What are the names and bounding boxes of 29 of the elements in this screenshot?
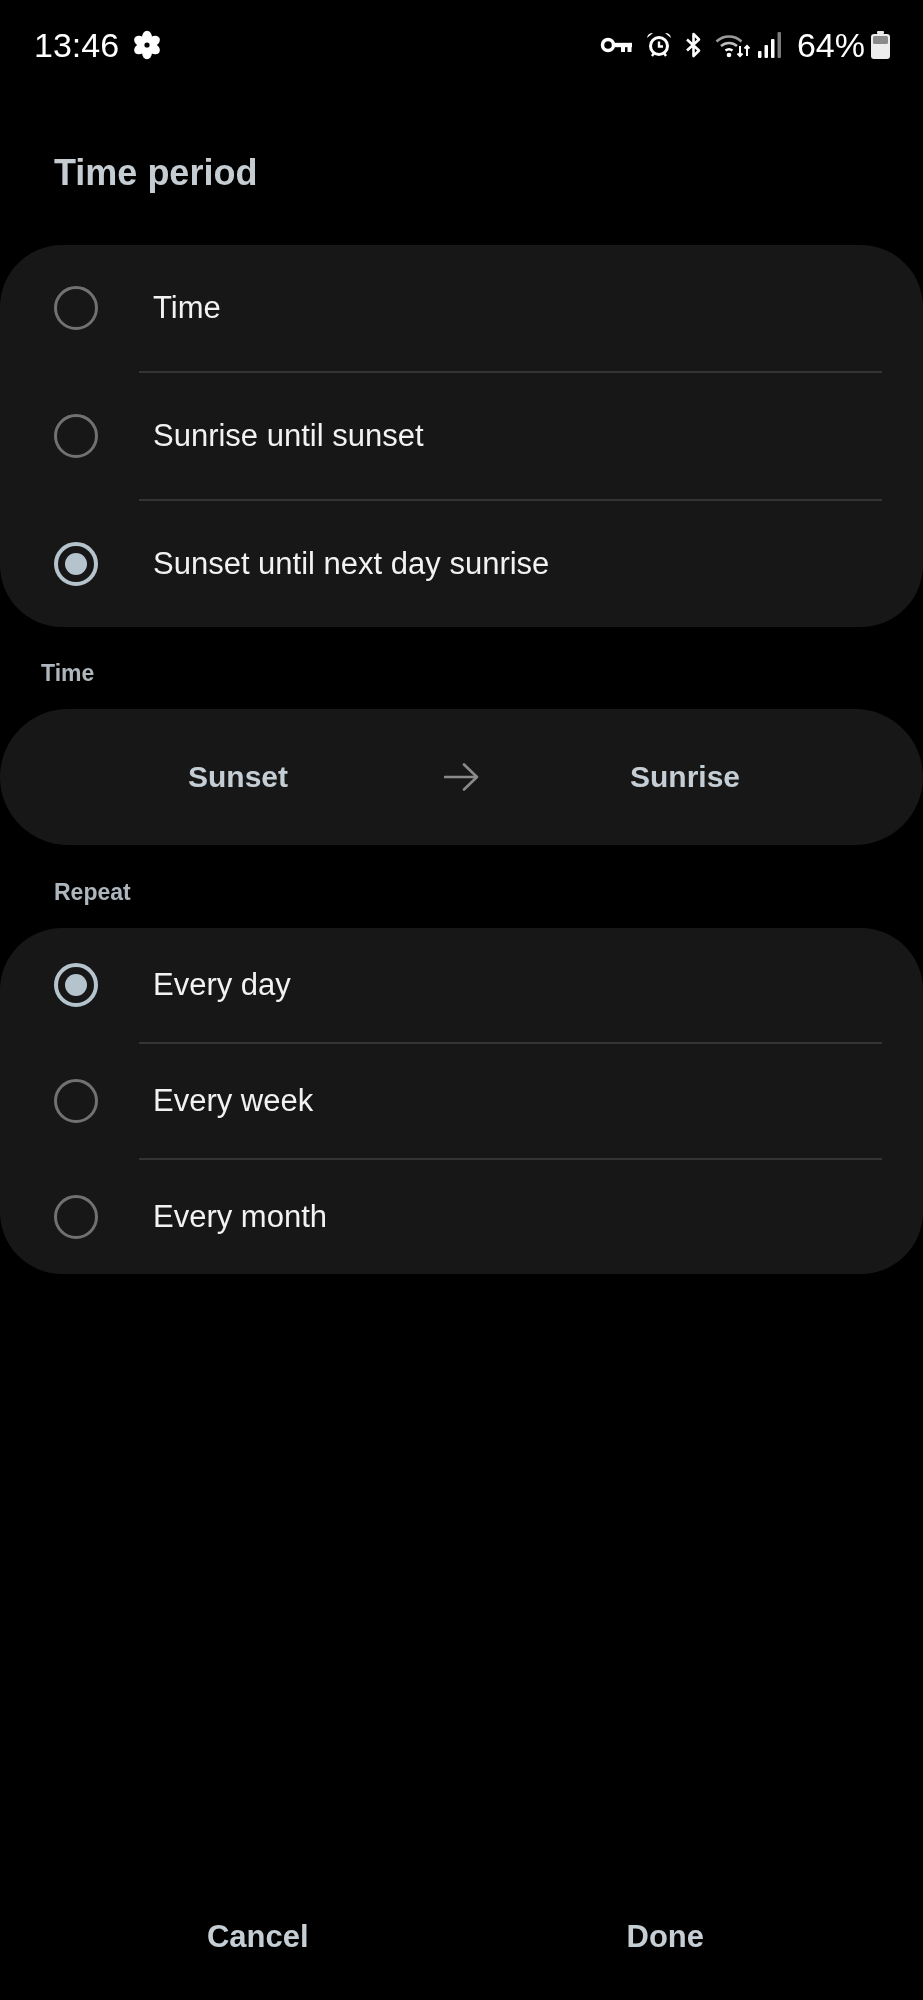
radio-selected-icon[interactable] [54,963,98,1007]
wifi-icon [714,32,751,58]
page-title: Time period [54,152,258,193]
done-action[interactable]: Done [626,1918,704,1956]
arrow-right-icon [444,763,479,791]
alarm-clock-icon [645,32,672,58]
signal-icon [756,32,782,58]
section-label: Repeat [54,880,131,904]
battery-icon [871,31,890,59]
flower-icon [132,30,163,60]
radio-empty-icon[interactable] [54,414,98,458]
start-time-value[interactable]: Sunset [188,759,288,795]
section-label: Time [41,661,95,685]
battery-percentage: 64% [796,25,865,65]
key-icon [599,36,632,54]
radio-empty-icon[interactable] [54,286,98,330]
radio-selected-icon[interactable] [54,542,98,586]
cancel-action[interactable]: Cancel [206,1918,309,1956]
option-label: Every week [153,1082,314,1120]
status-time: 13:46 [34,25,120,65]
option-label: Every day [153,966,291,1004]
radio-empty-icon[interactable] [54,1195,98,1239]
option-label: Every month [153,1198,327,1236]
bluetooth-icon [684,32,702,58]
option-label: Sunrise until sunset [153,417,424,455]
radio-empty-icon[interactable] [54,1079,98,1123]
option-label: Time [153,289,221,327]
option-label: Sunset until next day sunrise [153,545,550,583]
end-time-value[interactable]: Sunrise [629,759,740,795]
